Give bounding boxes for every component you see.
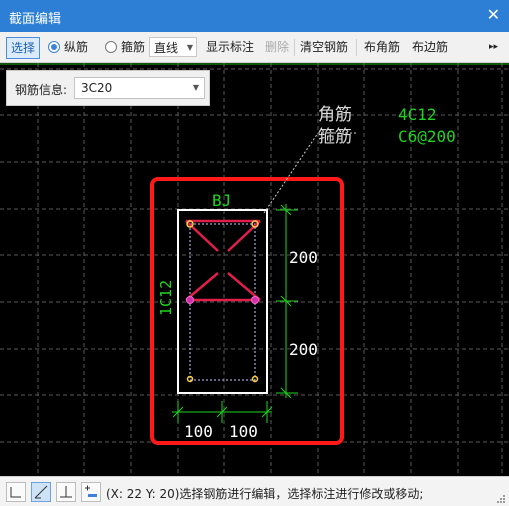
toolbar-divider — [294, 39, 295, 56]
leader-line — [263, 132, 319, 214]
side-rebar-label[interactable]: 1C12 — [157, 280, 175, 316]
edge-rebar-button[interactable]: 布边筋 — [412, 37, 448, 57]
dim-upper[interactable]: 200 — [289, 248, 318, 267]
dim-right[interactable]: 100 — [229, 422, 258, 441]
section-drawing[interactable]: 角筋 箍筋 4C12 C6@200 BJ 1C12 200 200 100 10… — [0, 63, 509, 476]
corner-rebar-button[interactable]: 布角筋 — [364, 37, 400, 57]
angle-snap-icon[interactable] — [31, 482, 51, 502]
delete-button[interactable]: 删除 — [265, 37, 289, 57]
selection-highlight — [150, 177, 344, 445]
ortho-snap-icon[interactable] — [6, 482, 26, 502]
longitudinal-label: 纵筋 — [64, 40, 89, 54]
dropdown-arrow-icon: ▼ — [186, 43, 193, 52]
toolbar-divider — [356, 39, 357, 56]
status-text: (X: 22 Y: 20)选择钢筋进行编辑，选择标注进行修改或移动; — [106, 487, 424, 501]
rebar-info-value: 3C20 — [81, 81, 113, 95]
corner-value[interactable]: 4C12 — [398, 105, 437, 124]
status-bar: (X: 22 Y: 20)选择钢筋进行编辑，选择标注进行修改或移动; — [0, 476, 509, 506]
rebar-ties[interactable] — [185, 219, 261, 302]
line-mode-value: 直线 — [154, 41, 179, 55]
radio-unchecked-icon — [105, 41, 117, 53]
radio-checked-icon — [48, 41, 60, 53]
grid-lines — [0, 63, 509, 476]
show-dims-button[interactable]: 显示标注 — [206, 37, 254, 57]
resize-grip-icon[interactable] — [496, 494, 506, 504]
stirrup-label: 箍筋 — [121, 40, 146, 54]
section-name[interactable]: BJ — [212, 191, 231, 210]
dimension-lines — [172, 204, 298, 423]
dropdown-arrow-icon: ▼ — [192, 83, 199, 92]
close-icon[interactable]: ✕ — [487, 5, 500, 24]
rebar-info-label: 钢筋信息: — [15, 83, 68, 97]
perpendicular-snap-icon[interactable] — [56, 482, 76, 502]
more-icon[interactable]: ▸▸ — [489, 37, 498, 57]
title-bar: 截面编辑 ✕ — [0, 0, 509, 32]
longitudinal-radio[interactable]: 纵筋 — [48, 37, 88, 57]
select-button[interactable]: 选择 — [6, 37, 40, 59]
line-mode-select[interactable]: 直线 ▼ — [149, 37, 197, 57]
window-title: 截面编辑 — [9, 12, 62, 27]
stirrup-radio[interactable]: 箍筋 — [105, 37, 145, 57]
drawing-canvas[interactable]: 角筋 箍筋 4C12 C6@200 BJ 1C12 200 200 100 10… — [0, 63, 509, 476]
stirrup-value[interactable]: C6@200 — [398, 127, 456, 146]
stirrup-label[interactable]: 箍筋 — [318, 127, 352, 147]
rebar-info-select[interactable]: 3C20 ▼ — [74, 77, 205, 99]
dim-lower[interactable]: 200 — [289, 340, 318, 359]
corner-label[interactable]: 角筋 — [318, 105, 352, 125]
grid-snap-icon[interactable] — [81, 482, 101, 502]
dim-left[interactable]: 100 — [184, 422, 213, 441]
toolbar: 选择 纵筋 箍筋 直线 ▼ 显示标注 删除 清空钢筋 布角筋 布边筋 ▸▸ — [0, 32, 509, 63]
rebar-info-panel: 钢筋信息: 3C20 ▼ — [6, 70, 210, 106]
clear-rebar-button[interactable]: 清空钢筋 — [300, 37, 348, 57]
